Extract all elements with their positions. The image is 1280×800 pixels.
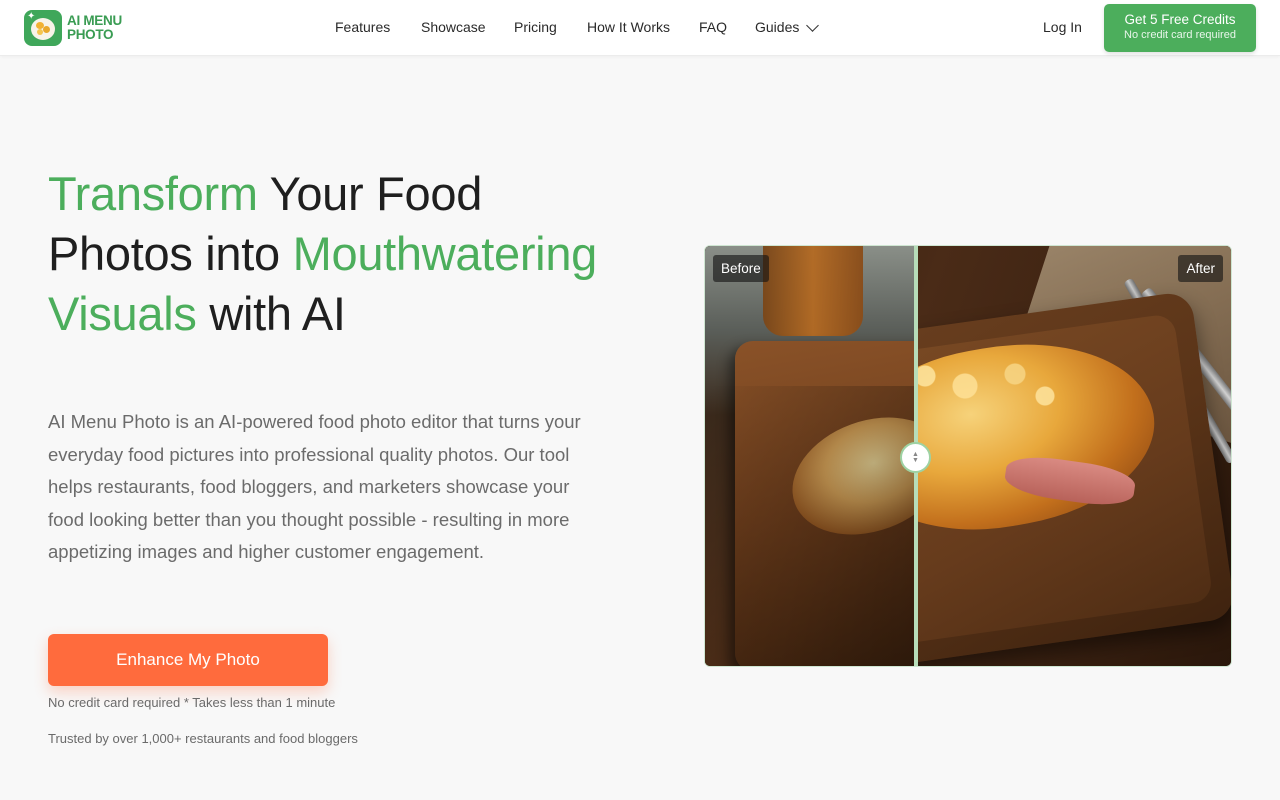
nav-pricing[interactable]: Pricing — [514, 19, 557, 35]
hero-title-text-2: with AI — [196, 287, 346, 340]
before-after-comparison[interactable]: ▲ ▼ Before After — [704, 245, 1232, 667]
slider-handle-icon[interactable]: ▲ ▼ — [900, 442, 931, 473]
hero-note: No credit card required * Takes less tha… — [48, 695, 336, 710]
free-credits-button[interactable]: Get 5 Free Credits No credit card requir… — [1104, 4, 1256, 52]
site-header: ✦ AI MENU PHOTO Features Showcase Pricin… — [0, 0, 1280, 56]
nav-features[interactable]: Features — [335, 19, 390, 35]
brand-line2: PHOTO — [67, 27, 114, 42]
hero-title-highlight-1: Transform — [48, 167, 258, 220]
hero-title: Transform Your Food Photos into Mouthwat… — [48, 164, 608, 344]
nav-guides-label: Guides — [755, 19, 800, 35]
logo-icon: ✦ — [24, 10, 62, 46]
trust-text: Trusted by over 1,000+ restaurants and f… — [48, 731, 358, 746]
hero-description: AI Menu Photo is an AI-powered food phot… — [48, 411, 581, 562]
before-label: Before — [713, 255, 769, 282]
nav-guides-dropdown[interactable]: Guides — [755, 18, 820, 35]
nav-how-it-works[interactable]: How It Works — [587, 19, 670, 35]
before-image — [705, 246, 916, 666]
free-credits-label: Get 5 Free Credits — [1124, 12, 1236, 27]
brand-name: AI MENU PHOTO — [67, 14, 122, 42]
enhance-photo-button[interactable]: Enhance My Photo — [48, 634, 328, 686]
brand-logo[interactable]: ✦ AI MENU PHOTO — [24, 10, 122, 46]
free-credits-sublabel: No credit card required — [1124, 29, 1236, 41]
login-link[interactable]: Log In — [1043, 19, 1082, 35]
brand-line1: AI MENU — [67, 13, 122, 28]
nav-faq[interactable]: FAQ — [699, 19, 727, 35]
nav-showcase[interactable]: Showcase — [421, 19, 486, 35]
after-label: After — [1178, 255, 1223, 282]
chevron-down-icon — [806, 18, 820, 32]
